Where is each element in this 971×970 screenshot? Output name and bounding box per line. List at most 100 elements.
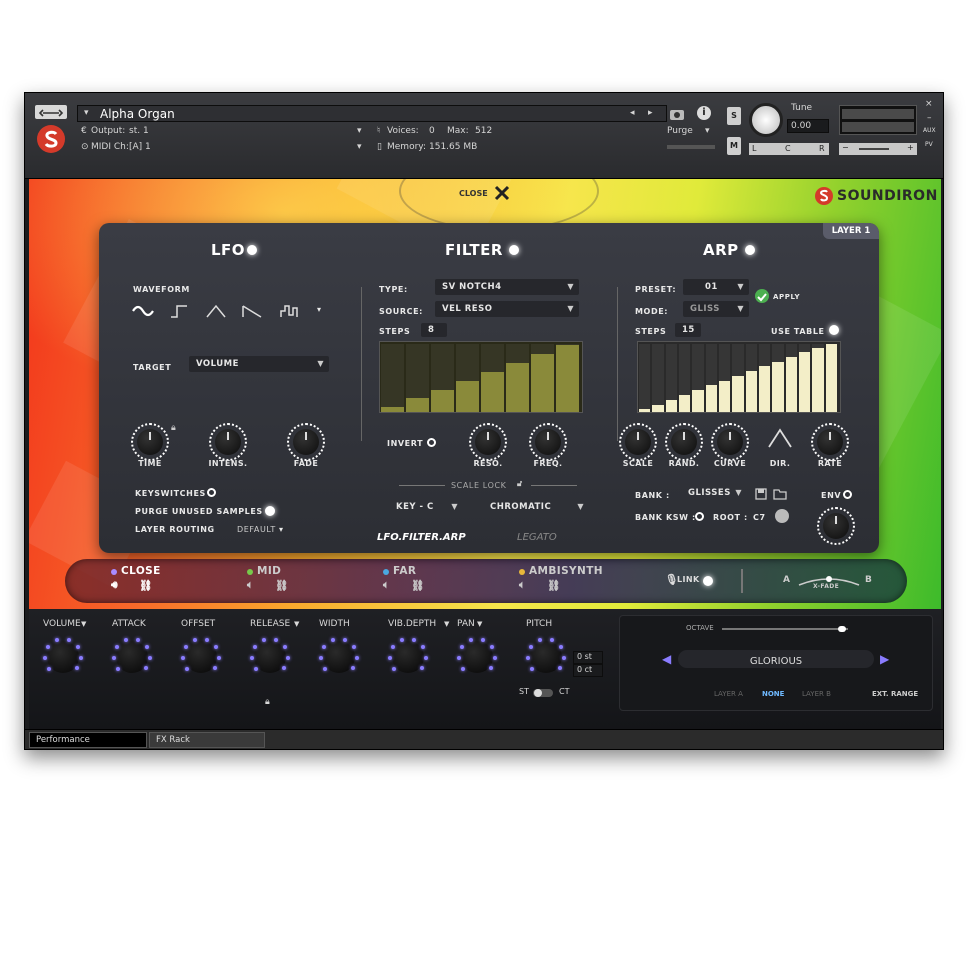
camera-icon[interactable] — [669, 106, 685, 120]
ext-range-button[interactable]: EXT. RANGE — [872, 690, 918, 698]
next-icon[interactable]: ▸ — [648, 108, 653, 118]
pan-slider[interactable]: L C R — [749, 143, 829, 155]
volume-plus[interactable]: + — [907, 143, 914, 152]
filter-source-dropdown[interactable]: VEL RESO ▼ — [435, 301, 579, 317]
midi-value[interactable]: [A] 1 — [129, 142, 151, 152]
link-chain-icon[interactable]: ⛓︎ — [547, 579, 561, 592]
chevron-down-icon[interactable]: ▼ — [81, 620, 86, 628]
info-icon[interactable]: i — [697, 106, 711, 120]
volume-slider[interactable]: − + — [839, 143, 917, 155]
solo-button[interactable]: S — [727, 107, 741, 125]
link-chain-icon[interactable]: ⛓︎ — [139, 579, 153, 592]
arp-steps-value[interactable]: 15 — [675, 323, 701, 337]
arp-rate-knob[interactable] — [811, 423, 849, 461]
close-instrument-icon[interactable]: × — [925, 99, 933, 109]
pitch-ct-field[interactable]: 0 ct — [573, 664, 603, 677]
bottom-knob[interactable] — [181, 637, 221, 673]
lfo-intensity-knob[interactable] — [209, 423, 247, 461]
prev-preset-icon[interactable]: ◀ — [662, 652, 671, 666]
arp-curve-knob[interactable] — [711, 423, 749, 461]
step-bar[interactable] — [679, 395, 691, 412]
chevron-down-icon[interactable]: ▾ — [357, 126, 362, 136]
filter-reso-knob[interactable] — [469, 423, 507, 461]
wave-saw-icon[interactable] — [241, 303, 263, 319]
step-bar[interactable] — [431, 389, 454, 412]
root-learn-icon[interactable] — [775, 509, 789, 523]
close-panel-label[interactable]: CLOSE — [459, 189, 488, 198]
target-dropdown[interactable]: VOLUME ▼ — [189, 356, 329, 372]
step-bar[interactable] — [481, 371, 504, 412]
pitch-st-field[interactable]: 0 st — [573, 651, 603, 664]
bottom-knob[interactable] — [43, 637, 83, 673]
wrench-icon[interactable] — [35, 105, 67, 119]
volume-minus[interactable]: − — [842, 143, 849, 152]
link-chain-icon[interactable]: ⛓︎ — [411, 579, 425, 592]
bank-dropdown[interactable]: GLISSES ▼ — [681, 485, 747, 501]
close-x-icon[interactable] — [493, 184, 511, 202]
scale-dropdown[interactable]: CHROMATIC ▼ — [483, 499, 589, 515]
filter-step-graph[interactable] — [379, 341, 583, 413]
layer-b-button[interactable]: LAYER B — [802, 690, 831, 698]
filter-type-dropdown[interactable]: SV NOTCH4 ▼ — [435, 279, 579, 295]
mute-button[interactable]: M — [727, 137, 741, 155]
st-ct-toggle[interactable] — [533, 689, 553, 697]
chevron-down-icon[interactable]: ▾ — [357, 142, 362, 152]
max-value[interactable]: 512 — [475, 126, 492, 136]
purge-unused-toggle[interactable] — [265, 506, 275, 516]
wave-sine-icon[interactable] — [131, 303, 155, 319]
lock-icon[interactable]: 🔒︎ — [265, 697, 270, 707]
minimize-icon[interactable]: – — [927, 113, 932, 123]
check-icon[interactable] — [755, 289, 769, 303]
tab-fx-rack[interactable]: FX Rack — [149, 732, 265, 748]
invert-toggle[interactable] — [427, 438, 436, 447]
bottom-knob-label[interactable]: PAN — [457, 619, 475, 629]
filter-freq-knob[interactable] — [529, 423, 567, 461]
lock-icon[interactable]: 🔒︎ — [171, 423, 176, 433]
bank-ksw-toggle[interactable] — [695, 512, 704, 521]
step-bar[interactable] — [785, 356, 797, 412]
output-value[interactable]: st. 1 — [129, 126, 149, 136]
step-bar[interactable] — [406, 398, 429, 412]
step-bar[interactable] — [692, 390, 704, 412]
apply-label[interactable]: APPLY — [773, 293, 800, 301]
mute-icon[interactable]: 🔈︎ — [383, 579, 390, 592]
step-bar[interactable] — [732, 375, 744, 412]
wave-square-icon[interactable] — [169, 303, 191, 319]
aux-label[interactable]: AUX — [923, 127, 936, 134]
arp-toggle[interactable] — [745, 245, 755, 255]
keyswitches-toggle[interactable] — [207, 488, 216, 497]
next-preset-icon[interactable]: ▶ — [880, 652, 889, 666]
purge-dropdown[interactable]: Purge — [667, 126, 693, 136]
chevron-down-icon[interactable]: ▼ — [294, 620, 299, 628]
bottom-knob[interactable] — [319, 637, 359, 673]
octave-slider[interactable] — [722, 626, 848, 632]
step-bar[interactable] — [556, 345, 579, 412]
bottom-knob[interactable] — [112, 637, 152, 673]
wave-random-icon[interactable] — [279, 303, 301, 319]
filter-toggle[interactable] — [509, 245, 519, 255]
bottom-knob[interactable] — [250, 637, 290, 673]
step-bar[interactable] — [745, 371, 757, 412]
arp-rand-knob[interactable] — [665, 423, 703, 461]
bottom-knob[interactable] — [388, 637, 428, 673]
tune-knob[interactable] — [749, 103, 783, 137]
nav-lfo-filter-arp[interactable]: LFO.FILTER.ARP — [377, 532, 466, 543]
step-bar[interactable] — [825, 344, 837, 412]
mute-icon[interactable]: 🔈︎ — [519, 579, 526, 592]
step-bar[interactable] — [719, 380, 731, 412]
preset-name-field[interactable]: GLORIOUS — [678, 650, 874, 668]
wave-triangle-icon[interactable] — [205, 303, 227, 319]
chevron-down-icon[interactable]: ▾ — [279, 525, 284, 534]
scale-lock-icon[interactable]: 🔓︎ — [517, 479, 523, 489]
layer-a-button[interactable]: LAYER A — [714, 690, 743, 698]
chevron-down-icon[interactable]: ▾ — [84, 108, 89, 118]
lfo-fade-knob[interactable] — [287, 423, 325, 461]
arp-step-graph[interactable] — [637, 341, 841, 413]
bottom-knob[interactable] — [526, 637, 566, 673]
step-bar[interactable] — [772, 361, 784, 412]
mute-icon[interactable]: 🔈︎ — [247, 579, 254, 592]
link-toggle[interactable] — [703, 576, 713, 586]
folder-icon[interactable] — [773, 485, 787, 500]
step-bar[interactable] — [705, 385, 717, 412]
none-button[interactable]: NONE — [762, 690, 784, 698]
